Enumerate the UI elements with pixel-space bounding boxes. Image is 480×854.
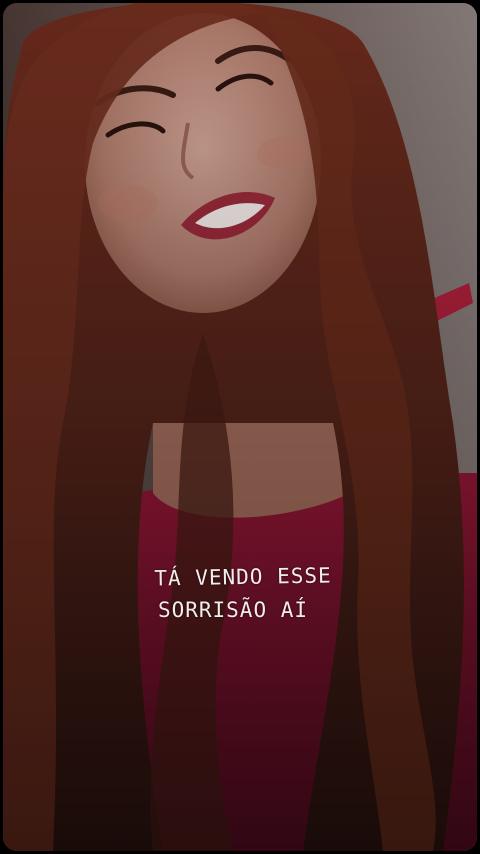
dark-overlay <box>3 3 477 851</box>
portrait-photo <box>3 3 477 851</box>
story-caption: TÁ VENDO ESSE SORRISÃO AÍ <box>123 561 363 627</box>
caption-line-2: SORRISÃO AÍ <box>157 598 309 622</box>
story-frame: TÁ VENDO ESSE SORRISÃO AÍ <box>3 3 477 851</box>
caption-line-1: TÁ VENDO ESSE <box>154 563 332 591</box>
